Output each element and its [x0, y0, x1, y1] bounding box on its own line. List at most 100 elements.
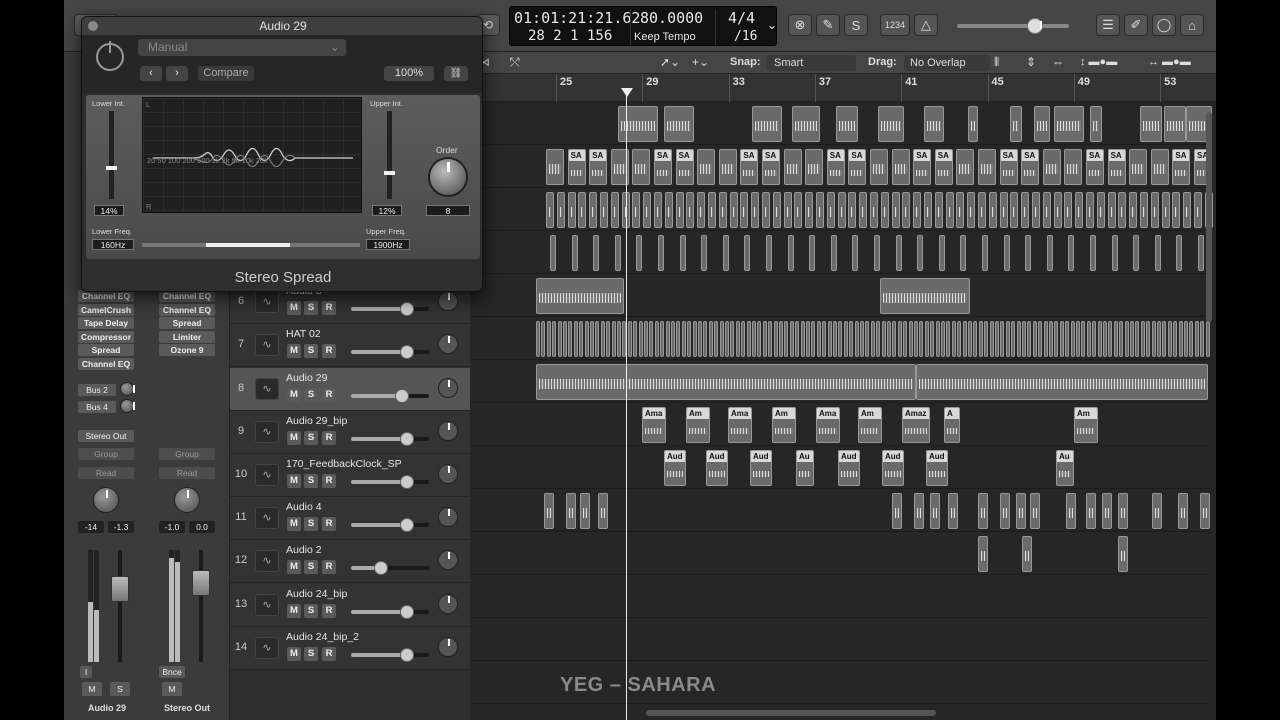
order-value[interactable]: 8	[426, 205, 470, 216]
audio-region[interactable]: SA	[1107, 149, 1126, 185]
track-name[interactable]: Audio 2	[286, 544, 322, 556]
audio-region[interactable]	[697, 149, 716, 185]
audio-region[interactable]	[984, 321, 989, 357]
record-enable-button[interactable]: R	[322, 560, 336, 575]
audio-region[interactable]	[579, 321, 584, 357]
audio-region[interactable]	[735, 321, 740, 357]
audio-region[interactable]	[916, 364, 1208, 400]
audio-region[interactable]: Ama	[816, 407, 840, 443]
audio-region[interactable]	[960, 235, 967, 271]
audio-region[interactable]	[566, 493, 576, 529]
audio-region[interactable]	[973, 321, 978, 357]
audio-region[interactable]	[930, 493, 940, 529]
audio-region[interactable]	[978, 192, 986, 228]
audio-region[interactable]	[914, 493, 924, 529]
audio-region[interactable]	[1025, 235, 1032, 271]
audio-region[interactable]	[1081, 321, 1086, 357]
audio-region[interactable]: A	[944, 407, 960, 443]
upper-freq-value[interactable]: 1900Hz	[366, 239, 410, 250]
left-insert-slot[interactable]: Compressor	[78, 330, 134, 343]
audio-region[interactable]	[860, 321, 864, 357]
audio-region[interactable]: Aud	[706, 450, 728, 486]
audio-region[interactable]	[908, 321, 913, 357]
audio-region[interactable]	[870, 321, 875, 357]
audio-region[interactable]	[649, 321, 654, 357]
audio-region[interactable]	[1162, 321, 1167, 357]
vertical-zoom-slider[interactable]: ↕ ▬●▬	[1080, 56, 1140, 70]
audio-region[interactable]	[536, 364, 916, 400]
output-slot[interactable]: Stereo Out	[78, 430, 134, 442]
audio-region[interactable]	[833, 321, 837, 357]
audio-region[interactable]	[584, 321, 589, 357]
record-enable-button[interactable]: R	[322, 430, 336, 445]
audio-region[interactable]	[752, 321, 756, 357]
audio-region[interactable]	[1090, 106, 1102, 142]
audio-region[interactable]	[1032, 192, 1040, 228]
audio-region[interactable]	[546, 149, 564, 185]
lower-int-value[interactable]: 14%	[94, 205, 124, 216]
audio-region[interactable]	[725, 321, 729, 357]
audio-region[interactable]	[664, 106, 694, 142]
vertical-fit-icon[interactable]: ⇕	[1026, 55, 1036, 69]
audio-region[interactable]: SA	[675, 149, 694, 185]
track-volume-slider[interactable]	[351, 475, 429, 489]
audio-region[interactable]	[660, 321, 665, 357]
solo-button[interactable]: S	[304, 430, 318, 445]
playhead[interactable]	[626, 90, 627, 720]
audio-region[interactable]	[1184, 321, 1188, 357]
track-name[interactable]: Audio 24_bip_2	[286, 631, 359, 643]
audio-region[interactable]	[698, 321, 702, 357]
next-preset-button[interactable]: ›	[166, 66, 188, 81]
record-enable-button[interactable]: R	[322, 474, 336, 488]
audio-region[interactable]	[578, 192, 587, 228]
track-volume-handle[interactable]	[400, 345, 415, 360]
mute-button[interactable]: M	[287, 603, 301, 618]
audio-region[interactable]	[1198, 235, 1204, 271]
audio-region[interactable]	[744, 235, 751, 271]
track-pan-knob[interactable]	[438, 420, 458, 441]
audio-region[interactable]	[701, 235, 708, 271]
left-volume-fader[interactable]	[111, 576, 129, 602]
audio-region[interactable]	[978, 321, 983, 357]
audio-region[interactable]	[917, 235, 924, 271]
track-volume-slider[interactable]	[351, 431, 429, 446]
stereo-spread-plugin-window[interactable]: Audio 29 Manual ⌄ ‹ › Compare 100% ⛓ Low…	[81, 16, 483, 292]
frequency-range-slider[interactable]	[142, 243, 360, 247]
audio-region[interactable]	[827, 321, 832, 357]
audio-region[interactable]	[1011, 321, 1016, 357]
audio-region[interactable]	[664, 192, 673, 228]
track-header[interactable]: 10 ∿ 170_FeedbackClock_SP M S R	[230, 454, 470, 497]
audio-region[interactable]	[924, 192, 932, 228]
right-insert-slot[interactable]: Channel EQ	[159, 303, 215, 316]
right-volume-fader[interactable]	[192, 570, 210, 596]
audio-region[interactable]	[843, 321, 848, 357]
audio-region[interactable]	[556, 192, 565, 228]
audio-region[interactable]	[1076, 321, 1080, 357]
audio-region[interactable]	[914, 321, 918, 357]
audio-region[interactable]	[978, 149, 996, 185]
audio-region[interactable]	[968, 106, 978, 142]
bounce-button[interactable]: Bnce	[159, 666, 185, 678]
previous-preset-button[interactable]: ‹	[140, 66, 162, 81]
audio-region[interactable]	[1054, 106, 1084, 142]
audio-region[interactable]	[876, 321, 881, 357]
power-icon[interactable]	[96, 41, 124, 71]
bar-ruler[interactable]: 25 29 33 37 41 45 49 53	[470, 74, 1216, 102]
audio-region[interactable]	[854, 321, 859, 357]
notepad-icon[interactable]: ✐	[1124, 14, 1148, 36]
track-header[interactable]: 12 ∿ Audio 2 MSR	[230, 540, 470, 584]
audio-region[interactable]	[1129, 149, 1148, 185]
audio-region[interactable]	[676, 321, 681, 357]
audio-region[interactable]: Aud	[664, 450, 686, 486]
audio-region[interactable]	[789, 321, 794, 357]
audio-region[interactable]	[988, 192, 997, 228]
audio-region[interactable]	[1164, 106, 1186, 142]
audio-region[interactable]: SA	[934, 149, 953, 185]
audio-region[interactable]	[830, 235, 837, 271]
audio-region[interactable]	[654, 321, 659, 357]
audio-region[interactable]	[805, 192, 814, 228]
audio-region[interactable]	[768, 321, 773, 357]
audio-region[interactable]	[1154, 235, 1161, 271]
audio-region[interactable]	[730, 321, 735, 357]
audio-region[interactable]	[1124, 321, 1129, 357]
